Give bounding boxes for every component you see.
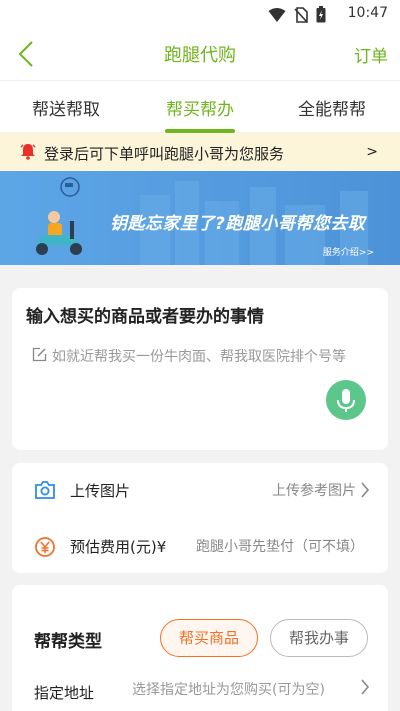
bell-icon [20,143,36,164]
option-buy-goods[interactable]: 帮买商品 [160,619,258,657]
request-input[interactable]: 如就近帮我买一份牛肉面、帮我取医院排个号等 [52,346,346,366]
chevron-right-icon [360,678,370,700]
upload-image-label: 上传图片 [70,482,131,500]
upload-image-hint: 上传参考图片 [272,483,356,499]
page-title: 跑腿代购 [164,45,236,66]
banner-slogan: 钥匙忘家里了?跑腿小哥帮您去取 [110,214,366,234]
clock: 10:47 [347,5,388,21]
address-label: 指定地址 [34,684,95,702]
tab-buy-errand[interactable]: 帮买帮办 [140,95,260,120]
microphone-icon [337,389,355,412]
option-run-errand[interactable]: 帮我办事 [270,619,368,657]
battery-icon [316,6,326,27]
edit-icon [32,347,47,366]
tab-all-round-help[interactable]: 全能帮帮 [272,95,392,120]
help-type-title: 帮帮类型 [34,632,102,652]
request-heading: 输入想买的商品或者要办的事情 [26,307,264,327]
notice-arrow: > [366,144,378,160]
help-type-card: 帮帮类型 帮买商品 帮我办事 指定地址 选择指定地址为您购买(可为空) [12,585,388,711]
top-nav-bar: 跑腿代购 订单 [0,28,400,80]
camera-icon [34,480,56,504]
tab-deliver-pickup[interactable]: 帮送帮取 [6,95,126,120]
no-sim-icon [294,6,308,27]
login-notice[interactable]: 登录后可下单呼叫跑腿小哥为您服务 > [0,133,400,171]
promo-banner[interactable]: 钥匙忘家里了?跑腿小哥帮您去取 服务介绍>> [0,171,400,265]
address-selector[interactable]: 选择指定地址为您购买(可为空) [132,679,325,699]
scooter-rider-illustration [36,177,82,255]
estimated-fee-row[interactable]: 预估费用(元)¥ 跑腿小哥先垫付（可不填） [12,519,388,573]
voice-input-button[interactable] [326,380,366,420]
estimated-fee-label: 预估费用(元)¥ [70,538,167,556]
details-card: 上传图片 上传参考图片 预估费用(元)¥ 跑腿小哥先垫付（可不填） [12,463,388,573]
chevron-right-icon [360,481,370,503]
yuan-coin-icon [34,536,56,562]
notice-text: 登录后可下单呼叫跑腿小哥为您服务 [44,145,285,163]
estimated-fee-input[interactable]: 跑腿小哥先垫付（可不填） [196,536,364,556]
service-tabs: 帮送帮取 帮买帮办 全能帮帮 [0,80,400,133]
wifi-icon [268,7,286,27]
upload-image-row[interactable]: 上传图片 上传参考图片 [12,463,388,517]
request-card: 输入想买的商品或者要办的事情 如就近帮我买一份牛肉面、帮我取医院排个号等 [12,288,388,450]
status-bar: 10:47 [0,0,400,28]
service-intro-link[interactable]: 服务介绍>> [323,245,374,258]
orders-link[interactable]: 订单 [354,42,388,67]
